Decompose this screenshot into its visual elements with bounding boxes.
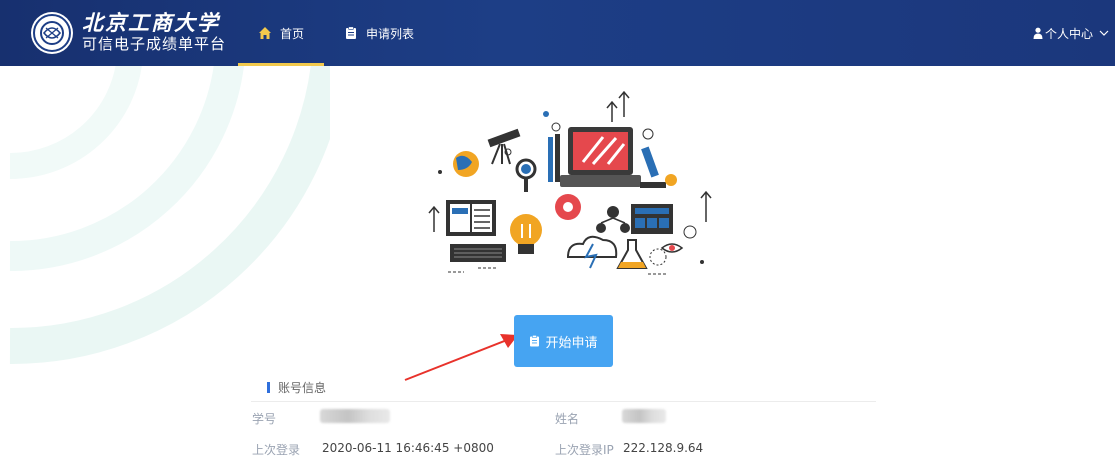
nav-home[interactable]: 首页 — [238, 0, 325, 66]
decorative-arcs — [9, 66, 330, 365]
name-value-redacted — [622, 409, 666, 423]
last-login-ip-label: 上次登录IP — [555, 443, 614, 457]
chevron-down-icon — [1099, 30, 1109, 36]
logo-text: 北京工商大学 可信电子成绩单平台 — [82, 11, 226, 55]
user-center-menu[interactable]: 个人中心 — [1033, 0, 1109, 66]
clipboard-icon — [530, 335, 540, 347]
main-nav: 首页 申请列表 — [238, 0, 434, 66]
user-icon — [1033, 27, 1043, 39]
research-illustration — [388, 72, 740, 286]
platform-name: 可信电子成绩单平台 — [82, 37, 227, 53]
user-center-label: 个人中心 — [1044, 26, 1093, 41]
home-icon — [259, 27, 271, 39]
logo[interactable]: 北京工商大学 可信电子成绩单平台 — [30, 8, 226, 58]
clipboard-icon — [346, 26, 357, 39]
student-id-label: 学号 — [252, 412, 277, 426]
last-login-value: 2020-06-11 16:46:45 +0800 — [322, 441, 494, 455]
nav-home-label: 首页 — [280, 26, 305, 41]
section-accent-bar — [267, 381, 270, 393]
last-login-ip-value: 222.128.9.64 — [623, 441, 704, 455]
start-application-label: 开始申请 — [545, 335, 598, 351]
app-root: 北京工商大学 可信电子成绩单平台 首页 申请列表 个人中心 开始申请 账号信息 … — [0, 0, 1115, 459]
section-divider — [251, 401, 876, 402]
nav-application-list-label: 申请列表 — [366, 26, 415, 41]
nav-application-list[interactable]: 申请列表 — [324, 0, 434, 66]
last-login-label: 上次登录 — [252, 443, 301, 457]
top-header: 北京工商大学 可信电子成绩单平台 首页 申请列表 个人中心 — [0, 0, 1115, 66]
university-name: 北京工商大学 — [82, 10, 220, 35]
university-emblem-icon — [31, 12, 73, 54]
account-info-title-text: 账号信息 — [278, 380, 327, 395]
name-label: 姓名 — [555, 412, 580, 426]
annotation-arrow — [404, 334, 518, 381]
account-info-title: 账号信息 — [267, 379, 326, 395]
student-id-value-redacted — [320, 409, 390, 423]
start-application-button[interactable]: 开始申请 — [514, 315, 613, 367]
